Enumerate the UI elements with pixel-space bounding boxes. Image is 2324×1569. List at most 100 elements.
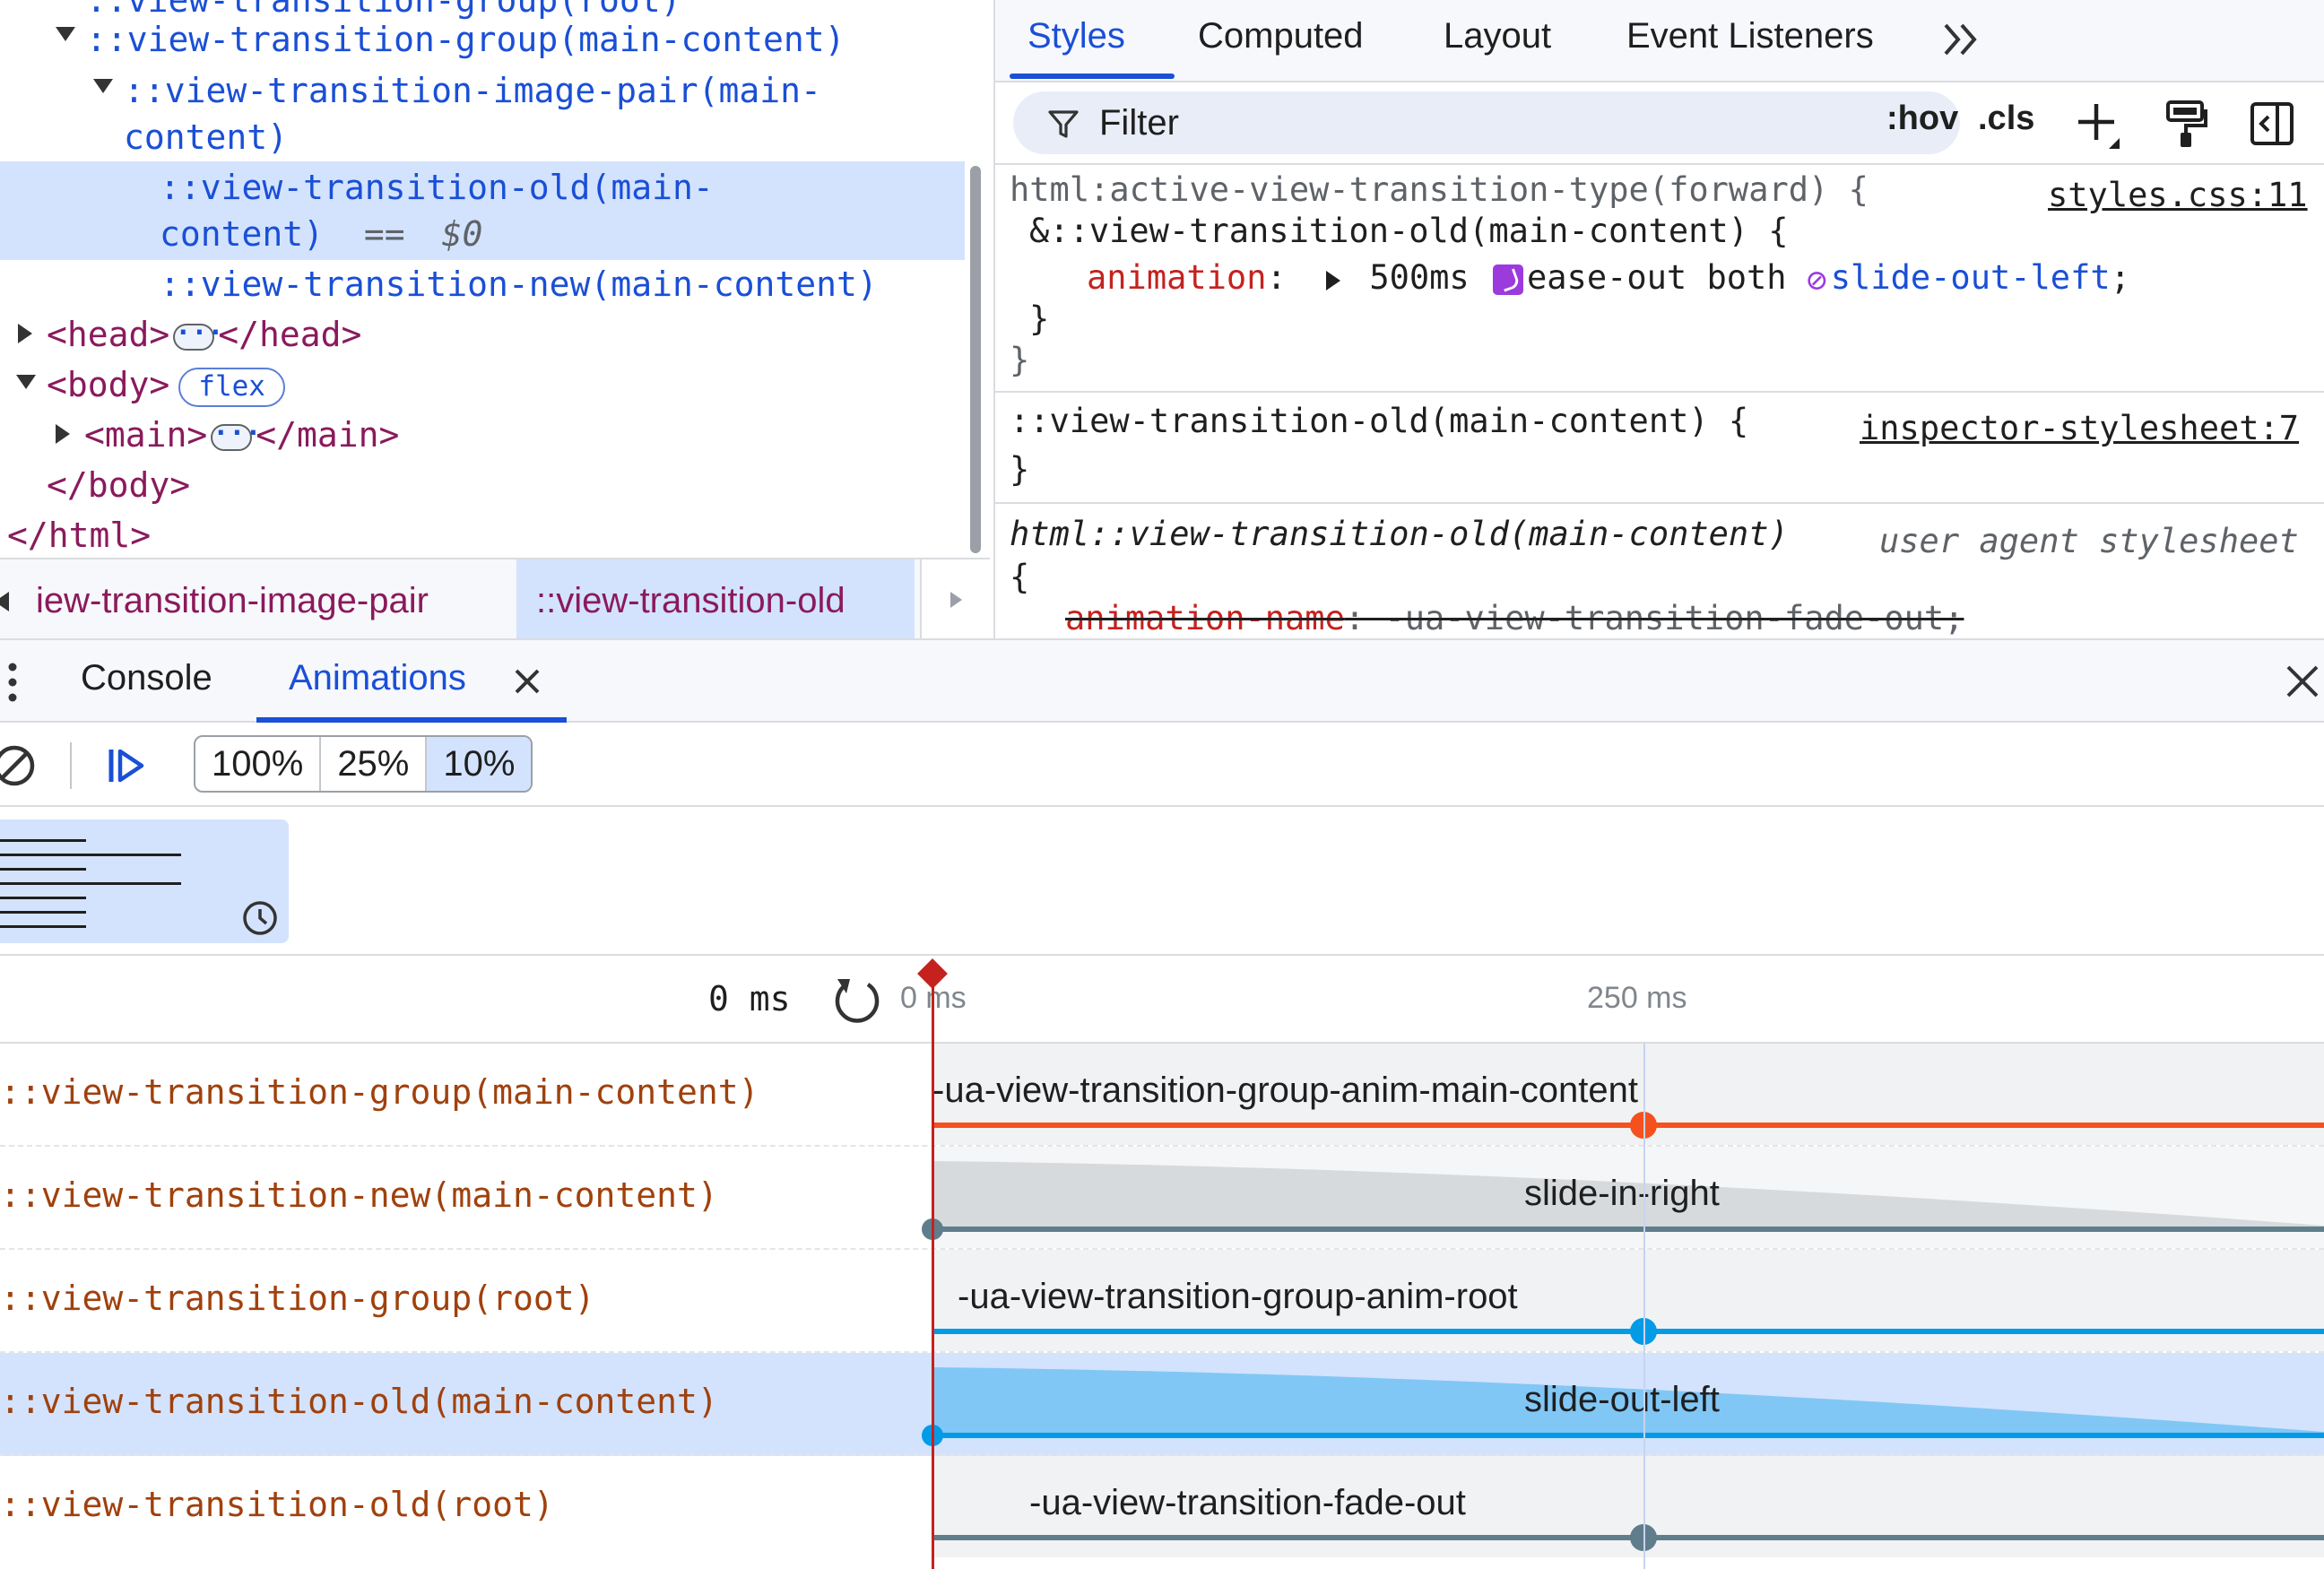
speed-25-button[interactable]: 25% (321, 737, 428, 791)
rule2-source-link-text[interactable]: inspector-stylesheet:7 (1860, 409, 2299, 447)
semicolon: ; (2110, 258, 2130, 297)
head-open-tag: <head> (47, 315, 170, 354)
collapse-triangle-icon[interactable] (56, 27, 75, 41)
rule-separator (995, 502, 2324, 504)
expand-triangle-icon[interactable] (56, 424, 70, 444)
animation-bar[interactable] (932, 1329, 2324, 1334)
collapse-triangle-icon[interactable] (93, 79, 113, 93)
animation-target-label[interactable]: ::view-transition-old(main-content) (0, 1382, 718, 1421)
clock-icon (243, 901, 277, 935)
tree-node-head[interactable]: <head> ···</head> (47, 311, 361, 358)
breadcrumb: iew-transition-image-pair ::view-transit… (0, 558, 990, 644)
rule1-nested-selector: &::view-transition-old(main-content) { (1029, 212, 1789, 250)
link-icon[interactable]: ⊘ (1807, 260, 1827, 299)
animation-name: slide-in-right (1524, 1174, 1720, 1213)
animation-name: slide-out-left (1524, 1380, 1720, 1419)
tab-console[interactable]: Console (81, 658, 212, 698)
main-close-tag: </main> (256, 415, 400, 455)
easing-editor-icon[interactable] (1493, 264, 1523, 295)
pause-resume-icon[interactable] (104, 746, 149, 785)
collapse-triangle-icon[interactable] (16, 375, 36, 389)
elements-scrollbar[interactable] (970, 166, 981, 553)
ellipsis-icon[interactable]: ··· (211, 420, 261, 451)
breadcrumb-item-image-pair[interactable]: iew-transition-image-pair (36, 559, 447, 642)
tab-animations[interactable]: Animations (289, 658, 466, 698)
timeline-gridline (1643, 1044, 1645, 1569)
animation-name: -ua-view-transition-group-anim-main-cont… (932, 1071, 1638, 1110)
breadcrumb-scroll-left-icon[interactable] (0, 592, 9, 611)
animation-target-label[interactable]: ::view-transition-new(main-content) (0, 1175, 718, 1215)
tab-styles[interactable]: Styles (1028, 16, 1125, 56)
toggle-sidebar-icon[interactable] (2247, 99, 2297, 149)
tab-layout[interactable]: Layout (1444, 16, 1551, 56)
rule1-close-inner: } (1029, 299, 1050, 338)
clear-all-icon[interactable] (0, 741, 39, 791)
tree-node-new-main-content[interactable]: ::view-transition-new(main-content) (160, 261, 878, 308)
tree-node-main[interactable]: <main> ···</main> (84, 412, 399, 458)
tree-node-body[interactable]: <body> flex (47, 361, 285, 408)
animation-row-selected[interactable]: ::view-transition-old(main-content) slid… (0, 1353, 2324, 1456)
close-drawer-icon[interactable] (2285, 663, 2320, 699)
current-time-label: 0 ms (708, 979, 791, 1019)
drawer-menu-icon[interactable] (4, 660, 22, 705)
tab-event-listeners[interactable]: Event Listeners (1626, 16, 1874, 56)
styles-tabbar: Styles Computed Layout Event Listeners (995, 0, 2324, 82)
animation-bar[interactable] (932, 1123, 2324, 1128)
keyframes-name-link[interactable]: slide-out-left (1831, 258, 2111, 297)
tree-node-image-pair-cont: content) (124, 117, 289, 157)
animation-row[interactable]: ::view-transition-new(main-content) slid… (0, 1147, 2324, 1250)
breadcrumb-item-old[interactable]: ::view-transition-old (516, 559, 915, 642)
easing-value: ease-out both (1527, 258, 1787, 297)
speed-10-button[interactable]: 10% (427, 737, 532, 791)
animation-target-label[interactable]: ::view-transition-old(root) (0, 1485, 554, 1524)
animation-name: -ua-view-transition-fade-out (1029, 1483, 1466, 1522)
active-tab-indicator (1010, 74, 1175, 79)
animations-toolbar: 100% 25% 10% (0, 723, 2324, 807)
toolbar-divider (70, 742, 72, 789)
expand-triangle-icon[interactable] (18, 324, 32, 343)
close-tab-icon[interactable] (511, 665, 543, 698)
filter-input[interactable]: Filter (1013, 91, 1960, 154)
animation-row[interactable]: ::view-transition-group(main-content) -u… (0, 1044, 2324, 1147)
hov-button[interactable]: :hov (1886, 100, 1958, 138)
tree-node-image-pair[interactable]: ::view-transition-image-pair(main- (124, 67, 821, 114)
animation-bar[interactable] (932, 1227, 2324, 1232)
rule3-selector: html::view-transition-old(main-content) (1010, 515, 1789, 553)
rule3-open: { (1010, 558, 1030, 596)
paint-brush-icon[interactable] (2163, 99, 2209, 149)
new-style-rule-icon[interactable] (2075, 99, 2129, 152)
rule3-declaration-overridden: animation-name: -ua-view-transition-fade… (1065, 599, 1964, 637)
expand-shorthand-icon[interactable] (1326, 271, 1341, 290)
tree-node-body-close: </body> (47, 465, 191, 505)
tab-computed[interactable]: Computed (1198, 16, 1364, 56)
more-tabs-icon[interactable] (1940, 20, 1983, 59)
tree-node-group-main-content[interactable]: ::view-transition-group(main-content) (86, 16, 845, 63)
rule-separator (995, 163, 2324, 165)
animation-target-label[interactable]: ::view-transition-group(main-content) (0, 1072, 759, 1112)
animation-name-value: : -ua-view-transition-fade-out; (1344, 599, 1964, 637)
breadcrumb-scroll-right[interactable] (920, 559, 990, 642)
rule1-close-outer: } (1010, 341, 1030, 379)
filter-icon (1048, 110, 1079, 138)
tick-label-250: 250 ms (1587, 981, 1687, 1015)
playhead[interactable] (932, 974, 934, 1569)
flex-badge[interactable]: flex (178, 367, 285, 407)
cls-button[interactable]: .cls (1978, 100, 2034, 138)
animation-group-thumbnail[interactable] (0, 819, 289, 943)
animation-groups (0, 807, 2324, 956)
animation-row[interactable]: ::view-transition-group(root) -ua-view-t… (0, 1250, 2324, 1353)
animation-bar[interactable] (932, 1535, 2324, 1540)
rule1-declaration[interactable]: animation: 500ms ease-out both ⊘ slide-ou… (1087, 258, 2130, 299)
rule1-source-link[interactable]: styles.css:11 (2048, 176, 2308, 214)
ellipsis-icon[interactable]: ··· (173, 319, 223, 351)
animation-row[interactable]: ::view-transition-old(root) -ua-view-tra… (0, 1456, 2324, 1559)
animation-target-label[interactable]: ::view-transition-group(root) (0, 1279, 594, 1318)
equals-sign: == (363, 214, 405, 254)
tree-node-old-text: content) (160, 214, 325, 254)
tree-node-html-close: </html> (7, 516, 152, 555)
replay-icon[interactable] (830, 970, 884, 1027)
animation-bar[interactable] (932, 1433, 2324, 1438)
speed-100-button[interactable]: 100% (195, 737, 322, 791)
styles-pane: Styles Computed Layout Event Listeners F… (993, 0, 2324, 638)
tree-node-old-main-content[interactable]: ::view-transition-old(main- (160, 164, 714, 211)
